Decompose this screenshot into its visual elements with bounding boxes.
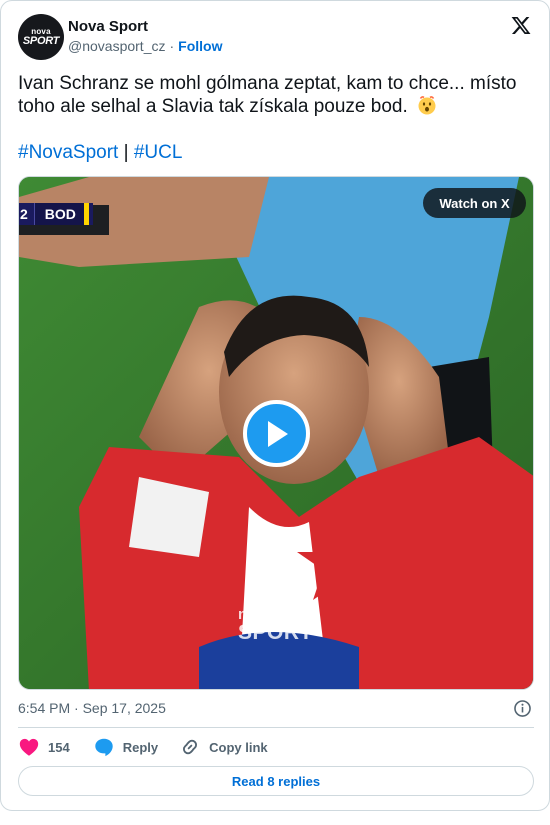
avatar-text-bottom: SPORT	[22, 34, 60, 47]
like-button[interactable]: 154	[18, 736, 70, 758]
follow-button[interactable]: Follow	[178, 38, 222, 54]
score-number: 2	[20, 206, 28, 222]
link-icon	[183, 739, 198, 755]
score-bar	[83, 203, 89, 225]
action-bar: 154 Reply Copy link	[18, 736, 268, 758]
tweet-timestamp[interactable]: 6:54 PM · Sep 17, 2025	[18, 700, 166, 716]
watermark-bottom: SPORT	[238, 621, 313, 644]
hashtag-novasport[interactable]: #NovaSport	[18, 142, 118, 163]
handle-separator: ·	[169, 38, 175, 54]
score-team: BOD	[33, 203, 84, 225]
tweet-card: nova SPORT Nova Sport @novasport_cz · Fo…	[0, 0, 550, 811]
divider	[18, 727, 534, 728]
watermark-top: nova	[238, 606, 274, 623]
hashtags: #NovaSport | #UCL	[18, 141, 182, 164]
play-icon	[267, 420, 288, 447]
copy-link-label: Copy link	[209, 739, 268, 755]
video-player[interactable]: 2 BOD Watch on X nova SPORT	[18, 176, 534, 690]
video-watermark: nova SPORT	[238, 607, 313, 643]
author-handle[interactable]: @novasport_cz	[68, 38, 165, 54]
reply-label: Reply	[122, 739, 159, 755]
tweet-text: Ivan Schranz se mohl gólmana zeptat, kam…	[18, 72, 533, 118]
read-replies-button[interactable]: Read 8 replies	[18, 766, 534, 796]
x-logo-icon[interactable]	[510, 15, 532, 36]
hashtag-separator: |	[118, 142, 134, 163]
copy-link-button[interactable]: Copy link	[179, 736, 268, 758]
tweet-body: Ivan Schranz se mohl gólmana zeptat, kam…	[18, 73, 517, 117]
hushed-face-emoji-icon	[418, 96, 436, 115]
heart-icon	[19, 738, 39, 756]
info-icon[interactable]	[513, 699, 532, 718]
reply-button[interactable]: Reply	[93, 736, 158, 758]
watch-on-x-button[interactable]: Watch on X	[423, 188, 526, 218]
avatar[interactable]: nova SPORT	[18, 14, 64, 60]
author-name[interactable]: Nova Sport	[68, 18, 148, 35]
play-button[interactable]	[243, 400, 310, 467]
like-count: 154	[48, 739, 70, 755]
hashtag-ucl[interactable]: #UCL	[134, 142, 183, 163]
reply-bubble-icon	[94, 738, 113, 757]
author-handle-row: @novasport_cz · Follow	[68, 38, 222, 54]
score-bug: 2 BOD	[19, 203, 93, 225]
